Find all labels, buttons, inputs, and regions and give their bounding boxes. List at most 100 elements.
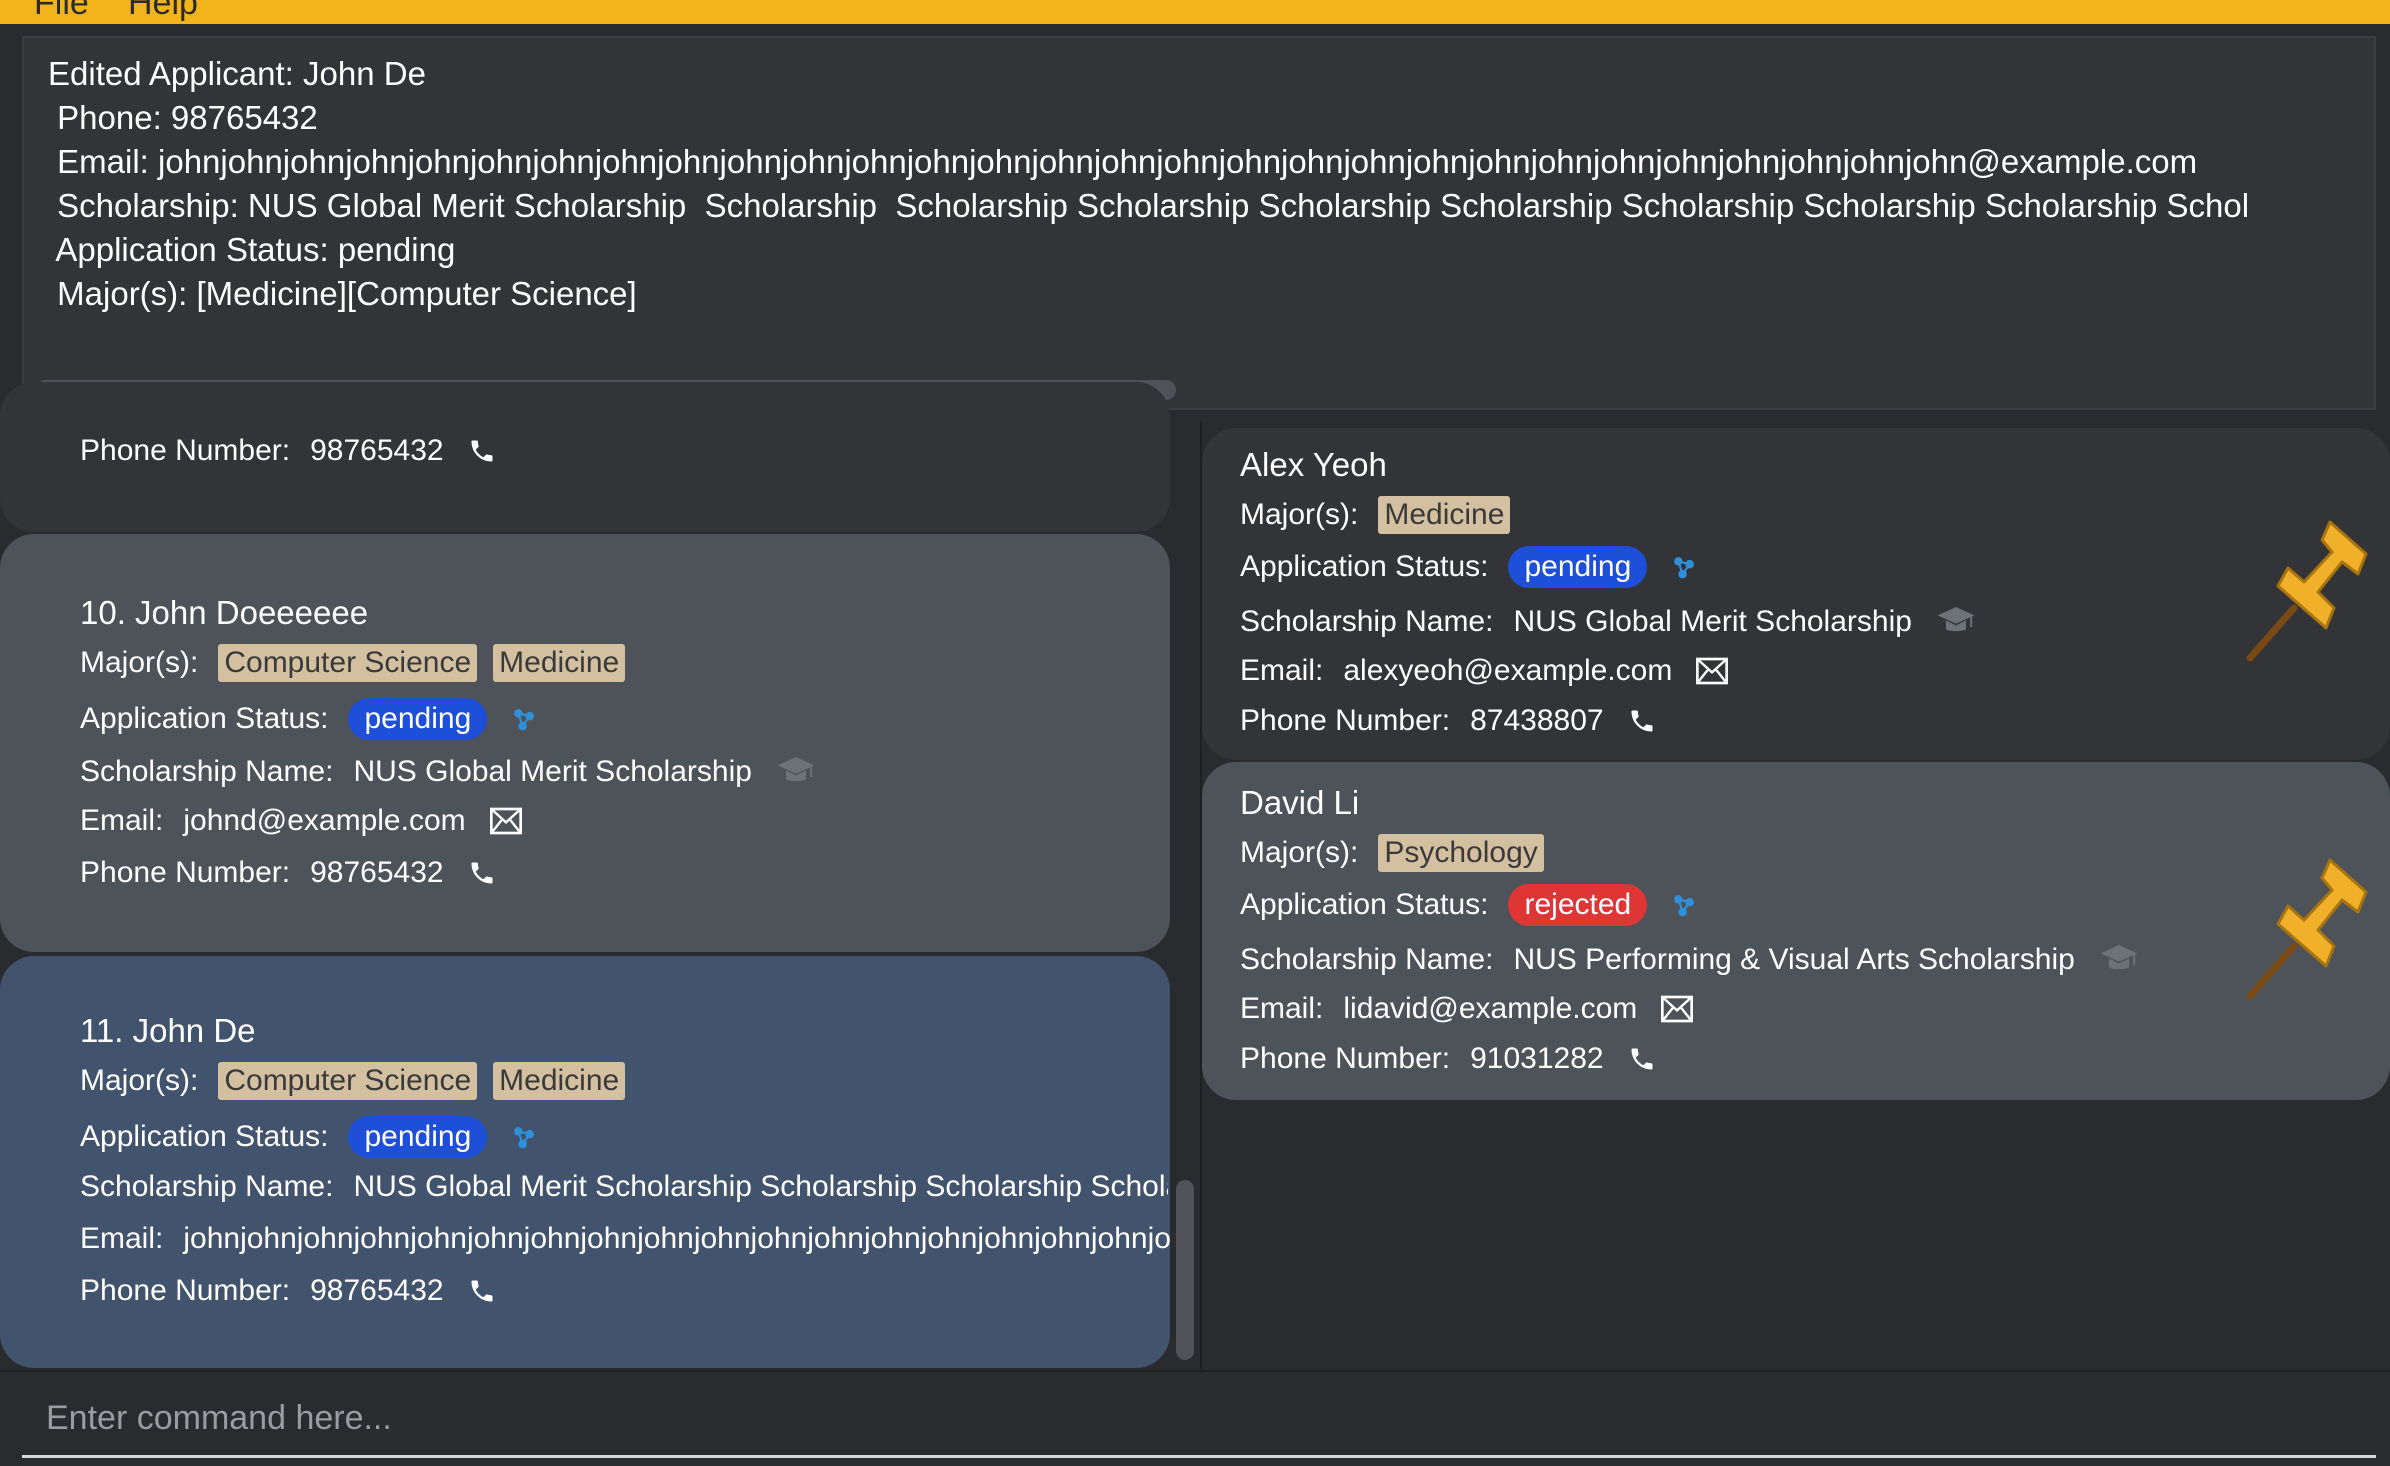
status-badge: pending	[348, 1116, 488, 1158]
email-value: lidavid@example.com	[1343, 992, 1638, 1025]
result-line: Edited Applicant: John De	[48, 55, 426, 92]
scholarship-label: Scholarship Name:	[80, 1170, 334, 1203]
majors-label: Major(s):	[80, 646, 199, 679]
status-row: Application Status: rejected	[1240, 884, 1701, 926]
scholarship-value: NUS Global Merit Scholarship	[353, 755, 752, 788]
majors-row: Major(s): Computer Science Medicine	[80, 644, 641, 682]
status-label: Application Status:	[80, 1120, 329, 1153]
phone-value: 87438807	[1470, 704, 1604, 737]
status-network-icon	[507, 1120, 541, 1154]
result-display[interactable]: Edited Applicant: John De Phone: 9876543…	[22, 36, 2376, 410]
phone-icon	[468, 859, 496, 887]
phone-value: 98765432	[310, 1274, 444, 1307]
graduation-cap-icon	[1936, 602, 1976, 642]
phone-value: 98765432	[310, 856, 444, 889]
status-row: Application Status: pending	[80, 698, 541, 740]
email-value: johnd@example.com	[183, 804, 466, 837]
email-value: johnjohnjohnjohnjohnjohnjohnjohnjohnjohn…	[183, 1222, 1170, 1255]
menu-help[interactable]: Help	[128, 0, 198, 23]
scholarship-value: NUS Global Merit Scholarship	[1513, 605, 1912, 638]
majors-row: Major(s): Psychology	[1240, 834, 1560, 872]
email-label: Email:	[1240, 992, 1324, 1025]
graduation-cap-icon	[2099, 940, 2139, 980]
scholarship-row: Scholarship Name: NUS Global Merit Schol…	[80, 752, 816, 792]
phone-row: Phone Number: 91031282	[1240, 1042, 1656, 1076]
majors-label: Major(s):	[1240, 836, 1359, 869]
status-badge: rejected	[1508, 884, 1648, 926]
applicant-name: Alex Yeoh	[1240, 446, 1387, 483]
phone-icon	[1628, 1045, 1656, 1073]
majors-label: Major(s):	[1240, 498, 1359, 531]
email-label: Email:	[80, 1222, 164, 1255]
applicant-name: 10. John Doeeeeee	[80, 594, 369, 631]
phone-row: Phone Number: 98765432	[80, 1274, 496, 1308]
phone-icon	[1628, 707, 1656, 735]
status-badge: pending	[1508, 546, 1648, 588]
email-row: Email: lidavid@example.com	[1240, 992, 1694, 1026]
graduation-cap-icon	[776, 752, 816, 792]
command-box	[0, 1370, 2390, 1466]
scholarship-value: NUS Performing & Visual Arts Scholarship	[1513, 943, 2075, 976]
status-network-icon	[1667, 550, 1701, 584]
scholarship-label: Scholarship Name:	[80, 755, 334, 788]
email-icon	[489, 807, 522, 835]
email-icon	[1696, 657, 1729, 685]
majors-row: Major(s): Medicine	[1240, 496, 1526, 534]
email-label: Email:	[1240, 654, 1324, 687]
major-tag: Medicine	[1378, 496, 1511, 534]
major-tag: Computer Science	[218, 1062, 478, 1100]
menu-bar: File Help	[0, 0, 2390, 24]
majors-label: Major(s):	[80, 1064, 199, 1097]
email-row: Email: johnd@example.com	[80, 804, 522, 838]
email-value: alexyeoh@example.com	[1343, 654, 1673, 687]
status-label: Application Status:	[1240, 888, 1489, 921]
result-line: Phone: 98765432	[48, 99, 318, 136]
status-label: Application Status:	[80, 702, 329, 735]
result-line: Email: johnjohnjohnjohnjohnjohnjohnjohnj…	[48, 143, 2198, 180]
email-row: Email: johnjohnjohnjohnjohnjohnjohnjohnj…	[80, 1222, 1170, 1256]
phone-label: Phone Number:	[80, 856, 291, 889]
pushpin-icon	[2238, 512, 2378, 667]
command-input[interactable]	[22, 1382, 2376, 1458]
phone-label: Phone Number:	[80, 434, 291, 467]
result-line: Scholarship: NUS Global Merit Scholarshi…	[48, 187, 2250, 224]
phone-row: Phone Number: 98765432	[80, 434, 496, 468]
email-row: Email: alexyeoh@example.com	[1240, 654, 1729, 688]
result-text: Edited Applicant: John De Phone: 9876543…	[48, 52, 2249, 316]
email-label: Email:	[80, 804, 164, 837]
major-tag: Medicine	[493, 644, 626, 682]
phone-value: 98765432	[310, 434, 444, 467]
scholarship-label: Scholarship Name:	[1240, 943, 1494, 976]
status-badge: pending	[348, 698, 488, 740]
phone-label: Phone Number:	[1240, 704, 1451, 737]
applicant-name: 11. John De	[80, 1012, 256, 1049]
result-display-panel: Edited Applicant: John De Phone: 9876543…	[0, 24, 2390, 422]
phone-label: Phone Number:	[1240, 1042, 1451, 1075]
phone-row: Phone Number: 87438807	[1240, 704, 1656, 738]
status-row: Application Status: pending	[1240, 546, 1701, 588]
email-icon	[1661, 995, 1694, 1023]
result-line: Major(s): [Medicine][Computer Science]	[48, 275, 637, 312]
status-label: Application Status:	[1240, 550, 1489, 583]
phone-icon	[468, 1277, 496, 1305]
phone-icon	[468, 437, 496, 465]
scholarship-value: NUS Global Merit Scholarship Scholarship…	[353, 1170, 1168, 1203]
status-row: Application Status: pending	[80, 1116, 541, 1158]
menu-file[interactable]: File	[34, 0, 89, 23]
result-line: Application Status: pending	[48, 231, 456, 268]
phone-row: Phone Number: 98765432	[80, 856, 496, 890]
scholarship-label: Scholarship Name:	[1240, 605, 1494, 638]
scholarship-row: Scholarship Name: NUS Performing & Visua…	[1240, 940, 2139, 980]
status-network-icon	[1667, 888, 1701, 922]
major-tag: Medicine	[493, 1062, 626, 1100]
scholarship-row: Scholarship Name: NUS Global Merit Schol…	[80, 1170, 1168, 1204]
majors-row: Major(s): Computer Science Medicine	[80, 1062, 641, 1100]
vertical-scrollbar-thumb[interactable]	[1176, 1180, 1194, 1360]
major-tag: Computer Science	[218, 644, 478, 682]
status-network-icon	[507, 702, 541, 736]
pushpin-icon	[2238, 850, 2378, 1005]
phone-label: Phone Number:	[80, 1274, 291, 1307]
applicant-name: David Li	[1240, 784, 1360, 821]
major-tag: Psychology	[1378, 834, 1544, 872]
phone-value: 91031282	[1470, 1042, 1604, 1075]
